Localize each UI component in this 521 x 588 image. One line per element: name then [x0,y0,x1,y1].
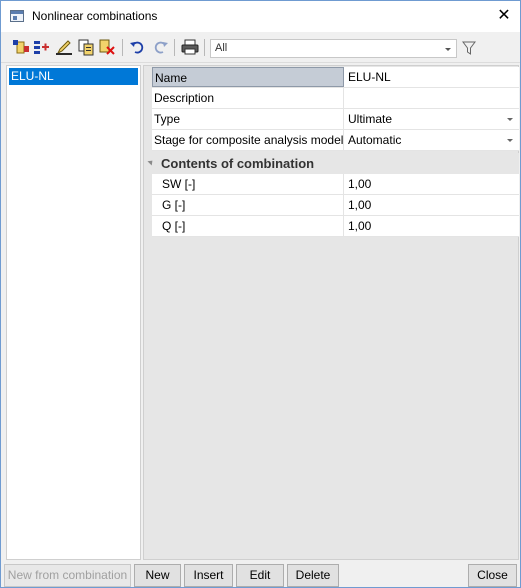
edit-icon[interactable] [55,38,73,56]
factor-value-field[interactable]: 1,00 [348,216,518,236]
dialog-window: Nonlinear combinations ✕ All ELU-NL Name… [0,0,521,588]
filter-value: All [215,42,228,54]
toolbar-separator [204,39,205,56]
delete-button[interactable]: Delete [287,564,339,587]
property-label-stage: Stage for composite analysis model [152,130,344,150]
list-item[interactable]: ELU-NL [9,68,138,85]
new-icon[interactable] [12,38,30,56]
edit-button[interactable]: Edit [236,564,284,587]
insert-icon[interactable] [33,38,51,56]
title-bar: Nonlinear combinations ✕ [1,1,520,32]
close-button[interactable]: Close [468,564,517,587]
collapse-icon[interactable] [147,158,155,166]
stage-select[interactable]: Automatic [348,130,518,150]
factor-value-field[interactable]: 1,00 [348,195,518,215]
property-row-description[interactable]: Description [152,88,519,109]
close-icon[interactable]: ✕ [489,4,519,28]
print-icon[interactable] [181,38,199,56]
undo-icon[interactable] [129,38,147,56]
new-button[interactable]: New [134,564,181,587]
factor-row[interactable]: G [-] 1,00 [152,195,519,216]
window-icon [10,10,24,22]
toolbar-separator [122,39,123,56]
factor-label: G [-] [152,195,344,215]
property-row-type[interactable]: Type Ultimate [152,109,519,130]
factor-value-field[interactable]: 1,00 [348,174,518,194]
chevron-down-icon [445,48,451,51]
redo-icon[interactable] [151,38,169,56]
name-field[interactable]: ELU-NL [348,67,518,87]
filter-dropdown[interactable]: All [210,39,457,58]
toolbar-separator [174,39,175,56]
group-title: Contents of combination [161,156,315,171]
combination-list: ELU-NL [6,65,141,560]
new-from-combination-button[interactable]: New from combination [4,564,131,587]
chevron-down-icon[interactable] [507,118,513,121]
factor-label: SW [-] [152,174,344,194]
copy-icon[interactable] [77,38,95,56]
property-row-stage[interactable]: Stage for composite analysis model Autom… [152,130,519,151]
property-row-name[interactable]: Name ELU-NL [152,67,519,88]
filter-icon[interactable] [462,40,476,56]
factor-label: Q [-] [152,216,344,236]
chevron-down-icon[interactable] [507,139,513,142]
factor-row[interactable]: SW [-] 1,00 [152,174,519,195]
insert-button[interactable]: Insert [184,564,233,587]
property-label-name: Name [152,67,344,87]
description-field[interactable] [348,88,518,108]
delete-icon[interactable] [98,38,116,56]
property-label-description: Description [152,88,344,108]
group-header-contents[interactable]: Contents of combination [144,153,519,174]
properties-panel: Name ELU-NL Description Type Ultimate St… [143,65,519,560]
property-label-type: Type [152,109,344,129]
window-title: Nonlinear combinations [32,9,158,23]
toolbar: All [1,32,520,63]
type-select[interactable]: Ultimate [348,109,518,129]
factor-row[interactable]: Q [-] 1,00 [152,216,519,237]
